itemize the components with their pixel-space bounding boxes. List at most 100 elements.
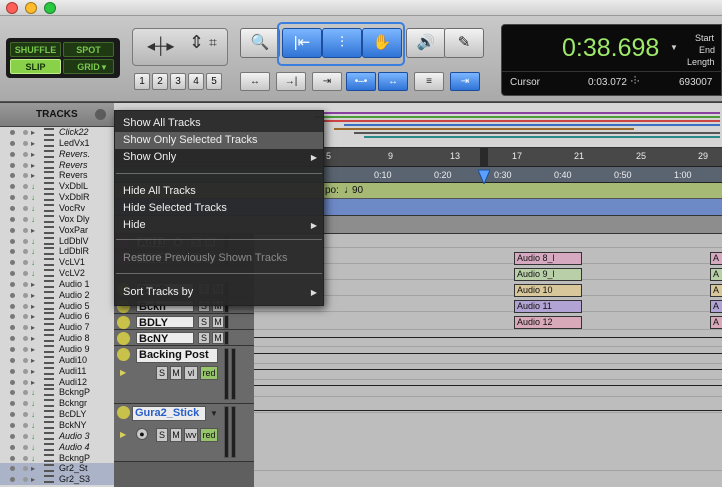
- active-dot-icon[interactable]: [23, 466, 28, 472]
- zoom-preset-1[interactable]: 1: [134, 73, 150, 90]
- active-dot-icon[interactable]: [23, 162, 28, 168]
- track-list-item[interactable]: ▸ Audi10: [0, 355, 114, 366]
- active-dot-icon[interactable]: [23, 314, 28, 320]
- audio-clip[interactable]: A: [710, 268, 722, 281]
- track-name-field[interactable]: BcNY: [136, 332, 194, 345]
- menu-item-show-only-selected-tracks[interactable]: Show Only Selected Tracks: [115, 132, 323, 149]
- expand-arrow-icon[interactable]: ▸: [31, 127, 41, 138]
- input-arrow-icon[interactable]: ↓: [31, 257, 41, 268]
- menu-item-hide[interactable]: Hide ▶: [115, 217, 323, 234]
- visibility-dot-icon[interactable]: [10, 130, 15, 135]
- visibility-dot-icon[interactable]: [10, 314, 15, 320]
- audio-clip[interactable]: A: [710, 316, 722, 329]
- expand-arrow-icon[interactable]: ▸: [31, 279, 41, 290]
- track-list-item[interactable]: ↓ BckngP: [0, 387, 114, 398]
- track-list-item[interactable]: ▸ Audio 2: [0, 290, 114, 301]
- track-list-item[interactable]: ▸ Audio 8: [0, 333, 114, 344]
- name-dropdown-icon[interactable]: ▼: [210, 409, 218, 418]
- input-arrow-icon[interactable]: ↓: [31, 431, 41, 442]
- visibility-dot-icon[interactable]: [10, 336, 15, 342]
- visibility-dot-icon[interactable]: [10, 162, 15, 168]
- expand-chevron-icon[interactable]: [117, 332, 130, 345]
- track-list-item[interactable]: ▸ Click22: [0, 127, 114, 138]
- input-arrow-icon[interactable]: ↓: [31, 203, 41, 214]
- audio-clip[interactable]: Audio 12: [514, 316, 582, 329]
- insertion-follows-button[interactable]: ↔: [378, 72, 408, 91]
- track-list-item[interactable]: ▸ Audi12: [0, 377, 114, 388]
- zoom-preset-5[interactable]: 5: [206, 73, 222, 90]
- expand-arrow-icon[interactable]: ▸: [31, 290, 41, 301]
- active-dot-icon[interactable]: [23, 422, 28, 428]
- visibility-dot-icon[interactable]: [10, 205, 15, 211]
- follow-scroll-button[interactable]: ⇥: [450, 72, 480, 91]
- zoom-window-button[interactable]: [44, 2, 56, 14]
- expand-arrow-icon[interactable]: ▸: [31, 377, 41, 388]
- expand-arrow-icon[interactable]: ▸: [31, 333, 41, 344]
- active-dot-icon[interactable]: [23, 271, 28, 277]
- tab-to-transients-button[interactable]: ↔: [240, 72, 270, 91]
- visibility-dot-icon[interactable]: [10, 238, 15, 244]
- solo-button[interactable]: S: [156, 428, 168, 442]
- active-dot-icon[interactable]: [23, 303, 28, 309]
- visibility-dot-icon[interactable]: [10, 292, 15, 298]
- input-arrow-icon[interactable]: ↓: [31, 246, 41, 257]
- track-list-item[interactable]: ▸ LedVx1: [0, 138, 114, 149]
- visibility-dot-icon[interactable]: [10, 151, 15, 157]
- track-list-item[interactable]: ↓ Audio 3: [0, 431, 114, 442]
- active-dot-icon[interactable]: [23, 412, 28, 418]
- active-dot-icon[interactable]: [23, 227, 28, 233]
- track-list-item[interactable]: ▸ Revers.: [0, 149, 114, 160]
- input-arrow-icon[interactable]: ↓: [31, 214, 41, 225]
- link-track-selection-button[interactable]: ⇥: [312, 72, 342, 91]
- track-list-item[interactable]: ↓ LdDblV: [0, 236, 114, 247]
- track-name-field[interactable]: Gura2_Stick: [132, 406, 206, 421]
- menu-item-show-all-tracks[interactable]: Show All Tracks: [115, 115, 323, 132]
- record-enable-icon[interactable]: ●: [136, 428, 148, 440]
- track-list-item[interactable]: ▸ Revers: [0, 170, 114, 181]
- track-list-item[interactable]: ▸ Audi11: [0, 366, 114, 377]
- main-counter-time[interactable]: 0:38.698: [562, 34, 659, 63]
- active-dot-icon[interactable]: [23, 130, 28, 135]
- input-arrow-icon[interactable]: ↓: [31, 268, 41, 279]
- grabber-tool-button[interactable]: ✋: [362, 28, 402, 58]
- track-list-item[interactable]: ↓ VocRv: [0, 203, 114, 214]
- track-list-item[interactable]: ▸ Audio 6: [0, 311, 114, 322]
- vertical-zoom-icon[interactable]: ⇕: [189, 32, 204, 53]
- expand-arrow-icon[interactable]: ▸: [31, 170, 41, 181]
- visibility-dot-icon[interactable]: [10, 249, 15, 255]
- input-arrow-icon[interactable]: ↓: [31, 181, 41, 192]
- input-arrow-icon[interactable]: ↓: [31, 236, 41, 247]
- audio-clip[interactable]: Audio 11: [514, 300, 582, 313]
- playlist-color-button[interactable]: red: [200, 428, 218, 442]
- visibility-dot-icon[interactable]: [10, 140, 15, 146]
- visibility-dot-icon[interactable]: [10, 281, 15, 287]
- expand-arrow-icon[interactable]: ▸: [31, 344, 41, 355]
- active-dot-icon[interactable]: [23, 368, 28, 374]
- visibility-dot-icon[interactable]: [10, 303, 15, 309]
- mirror-midi-button[interactable]: •–•: [346, 72, 376, 91]
- track-list-item[interactable]: ▸ Gr2_St: [0, 463, 114, 475]
- menu-item-hide-selected-tracks[interactable]: Hide Selected Tracks: [115, 200, 323, 217]
- expand-chevron-icon[interactable]: [117, 406, 130, 419]
- close-window-button[interactable]: [6, 2, 18, 14]
- audio-clip[interactable]: A: [710, 252, 722, 265]
- track-list-item[interactable]: ↓ Bckngr: [0, 398, 114, 409]
- expand-arrow-icon[interactable]: ▸: [31, 366, 41, 377]
- grid-dropdown-icon[interactable]: ▼: [100, 63, 108, 72]
- active-dot-icon[interactable]: [23, 347, 28, 352]
- active-dot-icon[interactable]: [23, 357, 28, 363]
- expand-arrow-icon[interactable]: ▸: [31, 311, 41, 322]
- visibility-dot-icon[interactable]: [10, 379, 15, 385]
- mute-button[interactable]: M: [212, 332, 224, 344]
- playlist-color-button[interactable]: red: [200, 366, 218, 380]
- visibility-dot-icon[interactable]: [10, 401, 15, 407]
- zoom-preset-3[interactable]: 3: [170, 73, 186, 90]
- audio-clip[interactable]: Audio 10: [514, 284, 582, 297]
- playlist-area[interactable]: Audio 8_l A Audio 9_l A Audio 10 A Audio 11 A Au…: [254, 234, 722, 487]
- visibility-dot-icon[interactable]: [10, 412, 15, 418]
- spot-mode-button[interactable]: SPOT: [63, 42, 114, 57]
- audio-clip[interactable]: A: [710, 300, 722, 313]
- active-dot-icon[interactable]: [23, 260, 28, 266]
- input-arrow-icon[interactable]: ↓: [31, 409, 41, 420]
- visibility-dot-icon[interactable]: [10, 271, 15, 277]
